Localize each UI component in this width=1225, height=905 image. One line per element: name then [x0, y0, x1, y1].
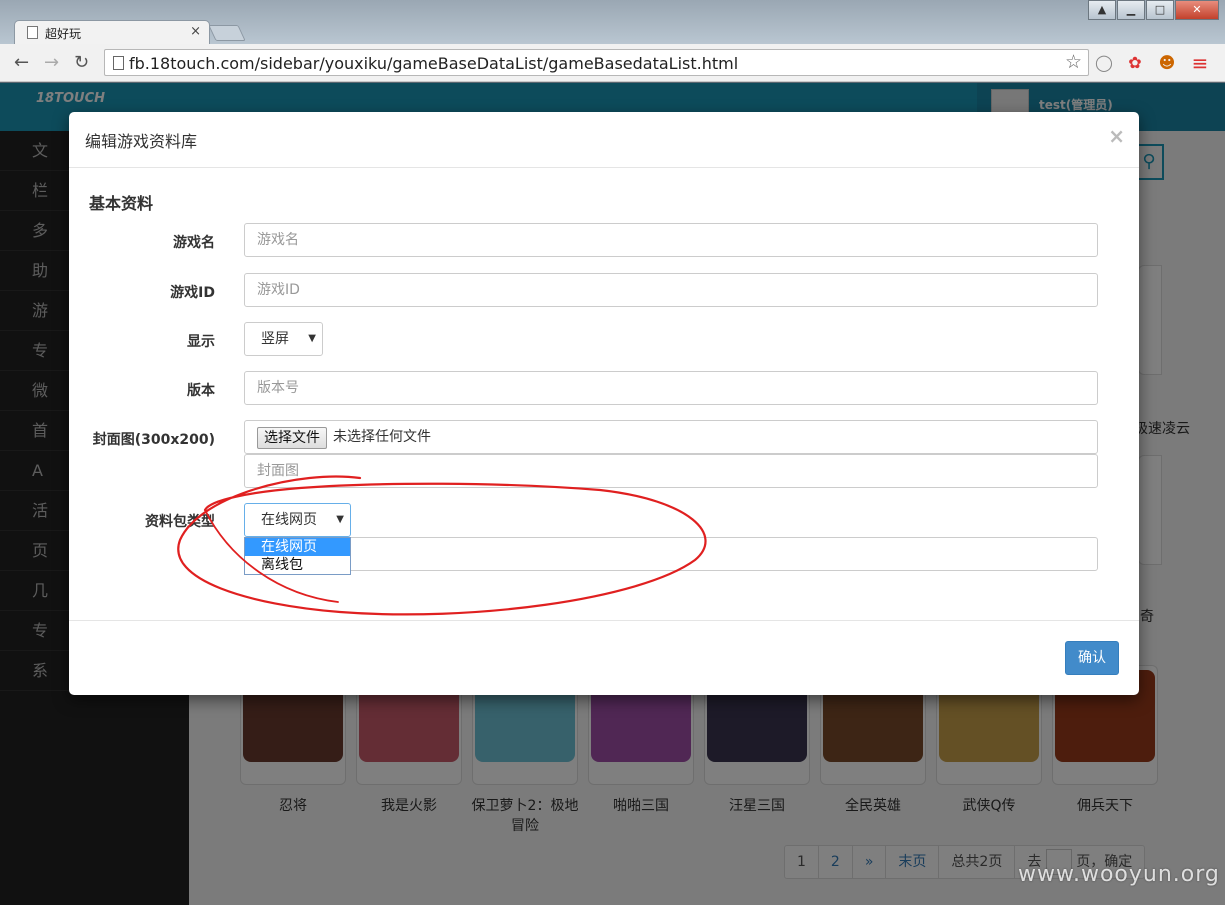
tab-title: 超好玩 — [45, 27, 82, 41]
extension-avatar-icon[interactable]: ☻ — [1157, 53, 1177, 73]
close-window-button[interactable]: ✕ — [1175, 0, 1219, 20]
new-tab-button[interactable] — [208, 25, 246, 41]
choose-file-button[interactable]: 选择文件 — [257, 427, 327, 449]
watermark: www.wooyun.org — [1018, 862, 1220, 887]
dropdown-arrow-icon: ▼ — [336, 514, 344, 525]
confirm-button[interactable]: 确认 — [1065, 641, 1119, 675]
user-icon[interactable]: ▲ — [1088, 0, 1116, 20]
modal-header: 编辑游戏资料库 × — [69, 112, 1139, 168]
cover-url-input[interactable]: 封面图 — [244, 454, 1098, 488]
window-controls: ▲ ▁ □ ✕ — [1087, 0, 1219, 20]
dropdown-arrow-icon: ▼ — [308, 333, 316, 344]
browser-titlebar: 超好玩 × ▲ ▁ □ ✕ — [0, 0, 1225, 44]
game-name-label: 游戏名 — [173, 235, 215, 251]
package-url-input[interactable] — [244, 537, 1098, 571]
modal-title: 编辑游戏资料库 — [85, 132, 198, 151]
display-label: 显示 — [187, 334, 215, 350]
modal-footer: 确认 — [69, 620, 1139, 695]
cover-file-field: 选择文件 未选择任何文件 — [244, 420, 1098, 454]
display-value: 竖屏 — [261, 331, 289, 347]
browser-tab[interactable]: 超好玩 × — [14, 20, 210, 44]
tab-close-icon[interactable]: × — [190, 24, 201, 39]
minimize-button[interactable]: ▁ — [1117, 0, 1145, 20]
package-type-dropdown: 在线网页 离线包 — [244, 537, 351, 575]
bookmark-star-icon[interactable]: ☆ — [1065, 51, 1082, 73]
reload-icon[interactable]: ↻ — [74, 52, 89, 73]
section-title: 基本资料 — [89, 194, 154, 213]
option-online-page[interactable]: 在线网页 — [245, 538, 350, 556]
maximize-button[interactable]: □ — [1146, 0, 1174, 20]
package-type-label: 资料包类型 — [145, 514, 215, 530]
game-id-input[interactable]: 游戏ID — [244, 273, 1098, 307]
package-type-select[interactable]: 在线网页 ▼ — [244, 503, 351, 537]
option-offline-package[interactable]: 离线包 — [245, 556, 350, 574]
extension-link-icon[interactable]: ✿ — [1125, 53, 1145, 73]
browser-toolbar: ← → ↻ fb.18touch.com/sidebar/youxiku/gam… — [0, 44, 1225, 82]
menu-icon[interactable]: ≡ — [1190, 53, 1210, 73]
file-status: 未选择任何文件 — [333, 429, 431, 445]
page-icon — [113, 56, 124, 70]
address-bar[interactable]: fb.18touch.com/sidebar/youxiku/gameBaseD… — [104, 49, 1089, 76]
forward-icon[interactable]: → — [44, 52, 59, 73]
extension-circle-icon[interactable]: ◯ — [1094, 53, 1114, 73]
url-text: fb.18touch.com/sidebar/youxiku/gameBaseD… — [129, 54, 739, 73]
game-name-input[interactable]: 游戏名 — [244, 223, 1098, 257]
back-icon[interactable]: ← — [14, 52, 29, 73]
version-label: 版本 — [187, 383, 215, 399]
version-input[interactable]: 版本号 — [244, 371, 1098, 405]
page-icon — [27, 26, 38, 39]
edit-game-modal: 编辑游戏资料库 × 基本资料 游戏名 游戏名 游戏ID 游戏ID 显示 竖屏 ▼… — [69, 112, 1139, 695]
close-icon[interactable]: × — [1108, 124, 1125, 148]
game-id-label: 游戏ID — [170, 285, 215, 301]
cover-label: 封面图(300x200) — [92, 432, 215, 448]
package-type-value: 在线网页 — [261, 512, 317, 528]
display-select[interactable]: 竖屏 ▼ — [244, 322, 323, 356]
